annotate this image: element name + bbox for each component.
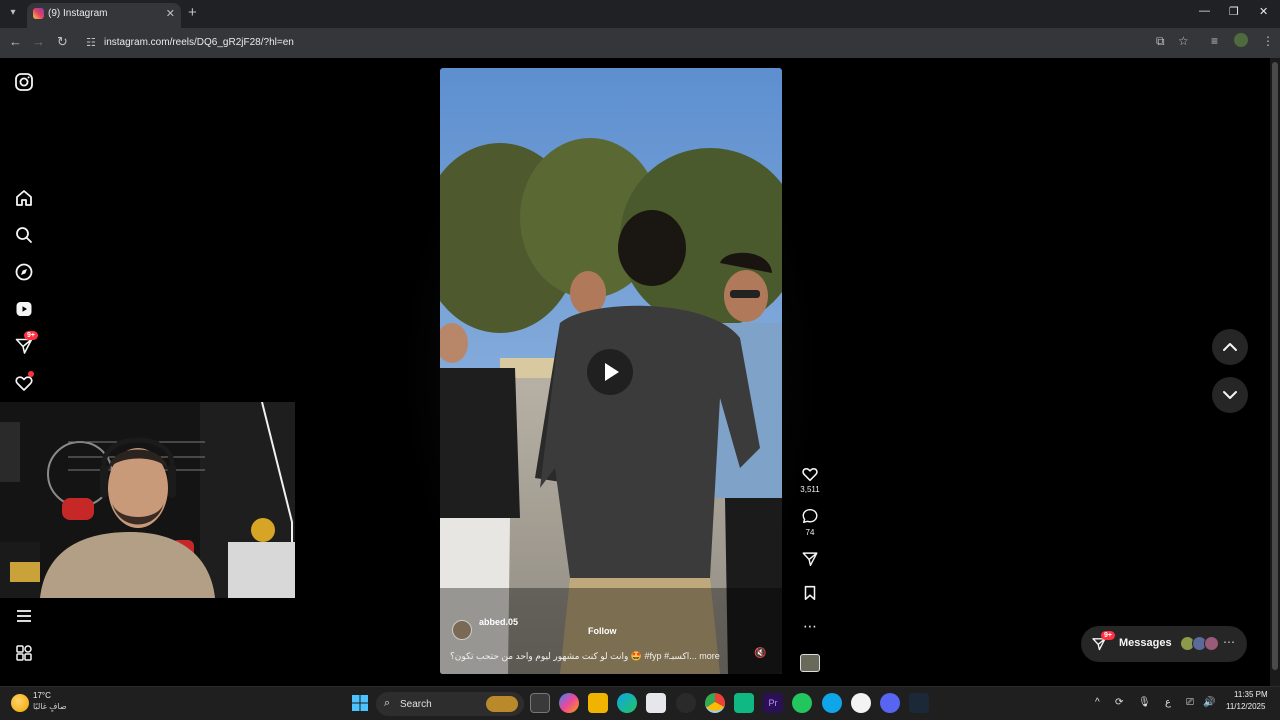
microphone-icon[interactable]: 🎙 — [1138, 697, 1151, 708]
play-button[interactable] — [587, 349, 633, 395]
more-options-icon[interactable]: ⋯ — [800, 619, 820, 633]
browser-tab-instagram[interactable]: (9) Instagram ✕ — [27, 3, 181, 28]
reel-author-avatar[interactable] — [452, 620, 472, 640]
minimize-icon[interactable]: — — [1199, 5, 1210, 17]
show-hidden-icons-icon[interactable]: ^ — [1095, 697, 1100, 708]
microsoft-store-icon[interactable] — [646, 693, 666, 713]
messages-label: Messages — [1119, 637, 1172, 649]
install-app-icon[interactable]: ⧉ — [1156, 34, 1165, 49]
page-scrollbar[interactable] — [1270, 58, 1280, 686]
profile-avatar-icon[interactable] — [1234, 33, 1248, 47]
file-explorer-icon[interactable] — [588, 693, 608, 713]
input-language-indicator[interactable]: ع — [1165, 697, 1171, 708]
more-menu-hamburger-icon[interactable] — [14, 606, 34, 626]
sync-icon[interactable]: ⟳ — [1115, 697, 1123, 708]
previous-reel-button[interactable] — [1212, 329, 1248, 365]
tab-search-dropdown-icon[interactable]: ▾ — [4, 4, 22, 22]
browser-tab-bar: ▾ (9) Instagram ✕ + — ❐ ✕ — [0, 0, 1280, 28]
instagram-favicon-icon — [33, 8, 44, 19]
chevron-up-icon — [1223, 343, 1237, 351]
address-bar[interactable]: ☷ instagram.com/reels/DQ6_gR2jF28/?hl=en — [80, 31, 1200, 55]
discord-icon[interactable] — [880, 693, 900, 713]
chat-avatar — [1204, 636, 1219, 651]
media-controls-icon[interactable]: ≡ — [1211, 34, 1218, 48]
explore-compass-icon[interactable] — [14, 262, 34, 282]
whatsapp-icon[interactable] — [792, 693, 812, 713]
tab-close-icon[interactable]: ✕ — [166, 7, 175, 20]
forward-icon[interactable]: → — [32, 34, 45, 49]
close-window-icon[interactable]: ✕ — [1259, 5, 1268, 18]
site-info-icon[interactable]: ☷ — [86, 36, 96, 49]
messages-pill-button[interactable]: 9+ Messages ⋯ — [1081, 626, 1247, 662]
home-icon[interactable] — [14, 188, 34, 208]
chevron-down-icon — [1223, 391, 1237, 399]
volume-icon[interactable]: 🔊 — [1203, 697, 1215, 708]
new-tab-icon[interactable]: + — [188, 4, 197, 21]
android-studio-icon[interactable] — [734, 693, 754, 713]
reels-icon[interactable] — [14, 299, 34, 319]
tab-title: (9) Instagram — [48, 8, 108, 19]
messages-badge: 9+ — [1101, 631, 1115, 640]
like-count: 3,511 — [800, 485, 820, 494]
search-highlight-icon — [486, 696, 518, 712]
next-reel-button[interactable] — [1212, 377, 1248, 413]
address-url[interactable]: instagram.com/reels/DQ6_gR2jF28/?hl=en — [104, 37, 294, 48]
instagram-page: 9+ abbed.05 Follow وانت لو كنت مشهور ليو… — [0, 58, 1280, 686]
weather-temperature[interactable]: 17°C — [33, 691, 51, 700]
search-icon[interactable] — [14, 225, 34, 245]
clock-date[interactable]: 11/12/2025 — [1226, 702, 1265, 711]
also-from-meta-icon[interactable] — [14, 643, 34, 663]
reel-caption[interactable]: وانت لو كنت مشهور ليوم واحد من حتحب تكون… — [450, 651, 750, 662]
itunes-icon[interactable] — [851, 693, 871, 713]
back-icon[interactable]: ← — [9, 34, 22, 49]
alienware-icon[interactable] — [676, 693, 696, 713]
network-icon[interactable]: ⎚ — [1186, 697, 1194, 708]
comment-count: 74 — [805, 528, 815, 537]
chrome-icon[interactable] — [705, 693, 725, 713]
edge-browser-icon[interactable] — [617, 693, 637, 713]
share-icon[interactable] — [800, 550, 820, 573]
audio-muted-icon[interactable]: 🔇 — [754, 648, 766, 659]
audio-thumbnail-icon[interactable] — [800, 654, 820, 672]
taskbar-search-box[interactable]: ⌕ Search — [376, 692, 524, 716]
messages-count-badge: 9+ — [24, 331, 38, 340]
premiere-pro-icon[interactable]: Pr — [763, 693, 783, 713]
reel-username[interactable]: abbed.05 — [479, 617, 518, 627]
follow-button[interactable]: Follow — [588, 626, 617, 636]
notification-dot — [28, 371, 34, 377]
task-view-icon[interactable] — [530, 693, 550, 713]
comment-icon[interactable] — [800, 507, 820, 530]
weather-sun-icon[interactable] — [11, 694, 29, 712]
restore-icon[interactable]: ❐ — [1229, 5, 1239, 18]
clock-time[interactable]: 11:35 PM — [1234, 690, 1268, 699]
more-chats-icon: ⋯ — [1223, 635, 1235, 649]
save-bookmark-icon[interactable] — [800, 584, 820, 607]
copilot-icon[interactable] — [559, 693, 579, 713]
start-windows-icon[interactable] — [350, 693, 370, 713]
reel-video[interactable]: abbed.05 Follow وانت لو كنت مشهور ليوم و… — [440, 68, 782, 674]
more-menu-icon[interactable]: ⋮ — [1262, 34, 1274, 48]
weather-description[interactable]: صافٍ غالبًا — [33, 702, 67, 711]
reload-icon[interactable]: ↻ — [57, 34, 68, 50]
direct-messages-icon[interactable]: 9+ — [14, 331, 38, 356]
instagram-logo-icon[interactable] — [14, 72, 34, 92]
steam-icon[interactable] — [909, 693, 929, 713]
notifications-heart-icon[interactable] — [14, 371, 34, 393]
bookmark-star-icon[interactable]: ☆ — [1178, 34, 1189, 48]
taskbar-search-label: Search — [400, 699, 432, 710]
webcam-overlay — [0, 402, 295, 598]
scrollbar-thumb[interactable] — [1272, 62, 1278, 670]
windows-taskbar: 17°C صافٍ غالبًا ⌕ Search Pr ^ ⟳ 🎙 ع ⎚ 🔊… — [0, 686, 1280, 720]
search-icon: ⌕ — [384, 697, 391, 709]
browser-app-icon[interactable] — [822, 693, 842, 713]
browser-toolbar: ← → ↻ ☷ instagram.com/reels/DQ6_gR2jF28/… — [0, 28, 1280, 58]
